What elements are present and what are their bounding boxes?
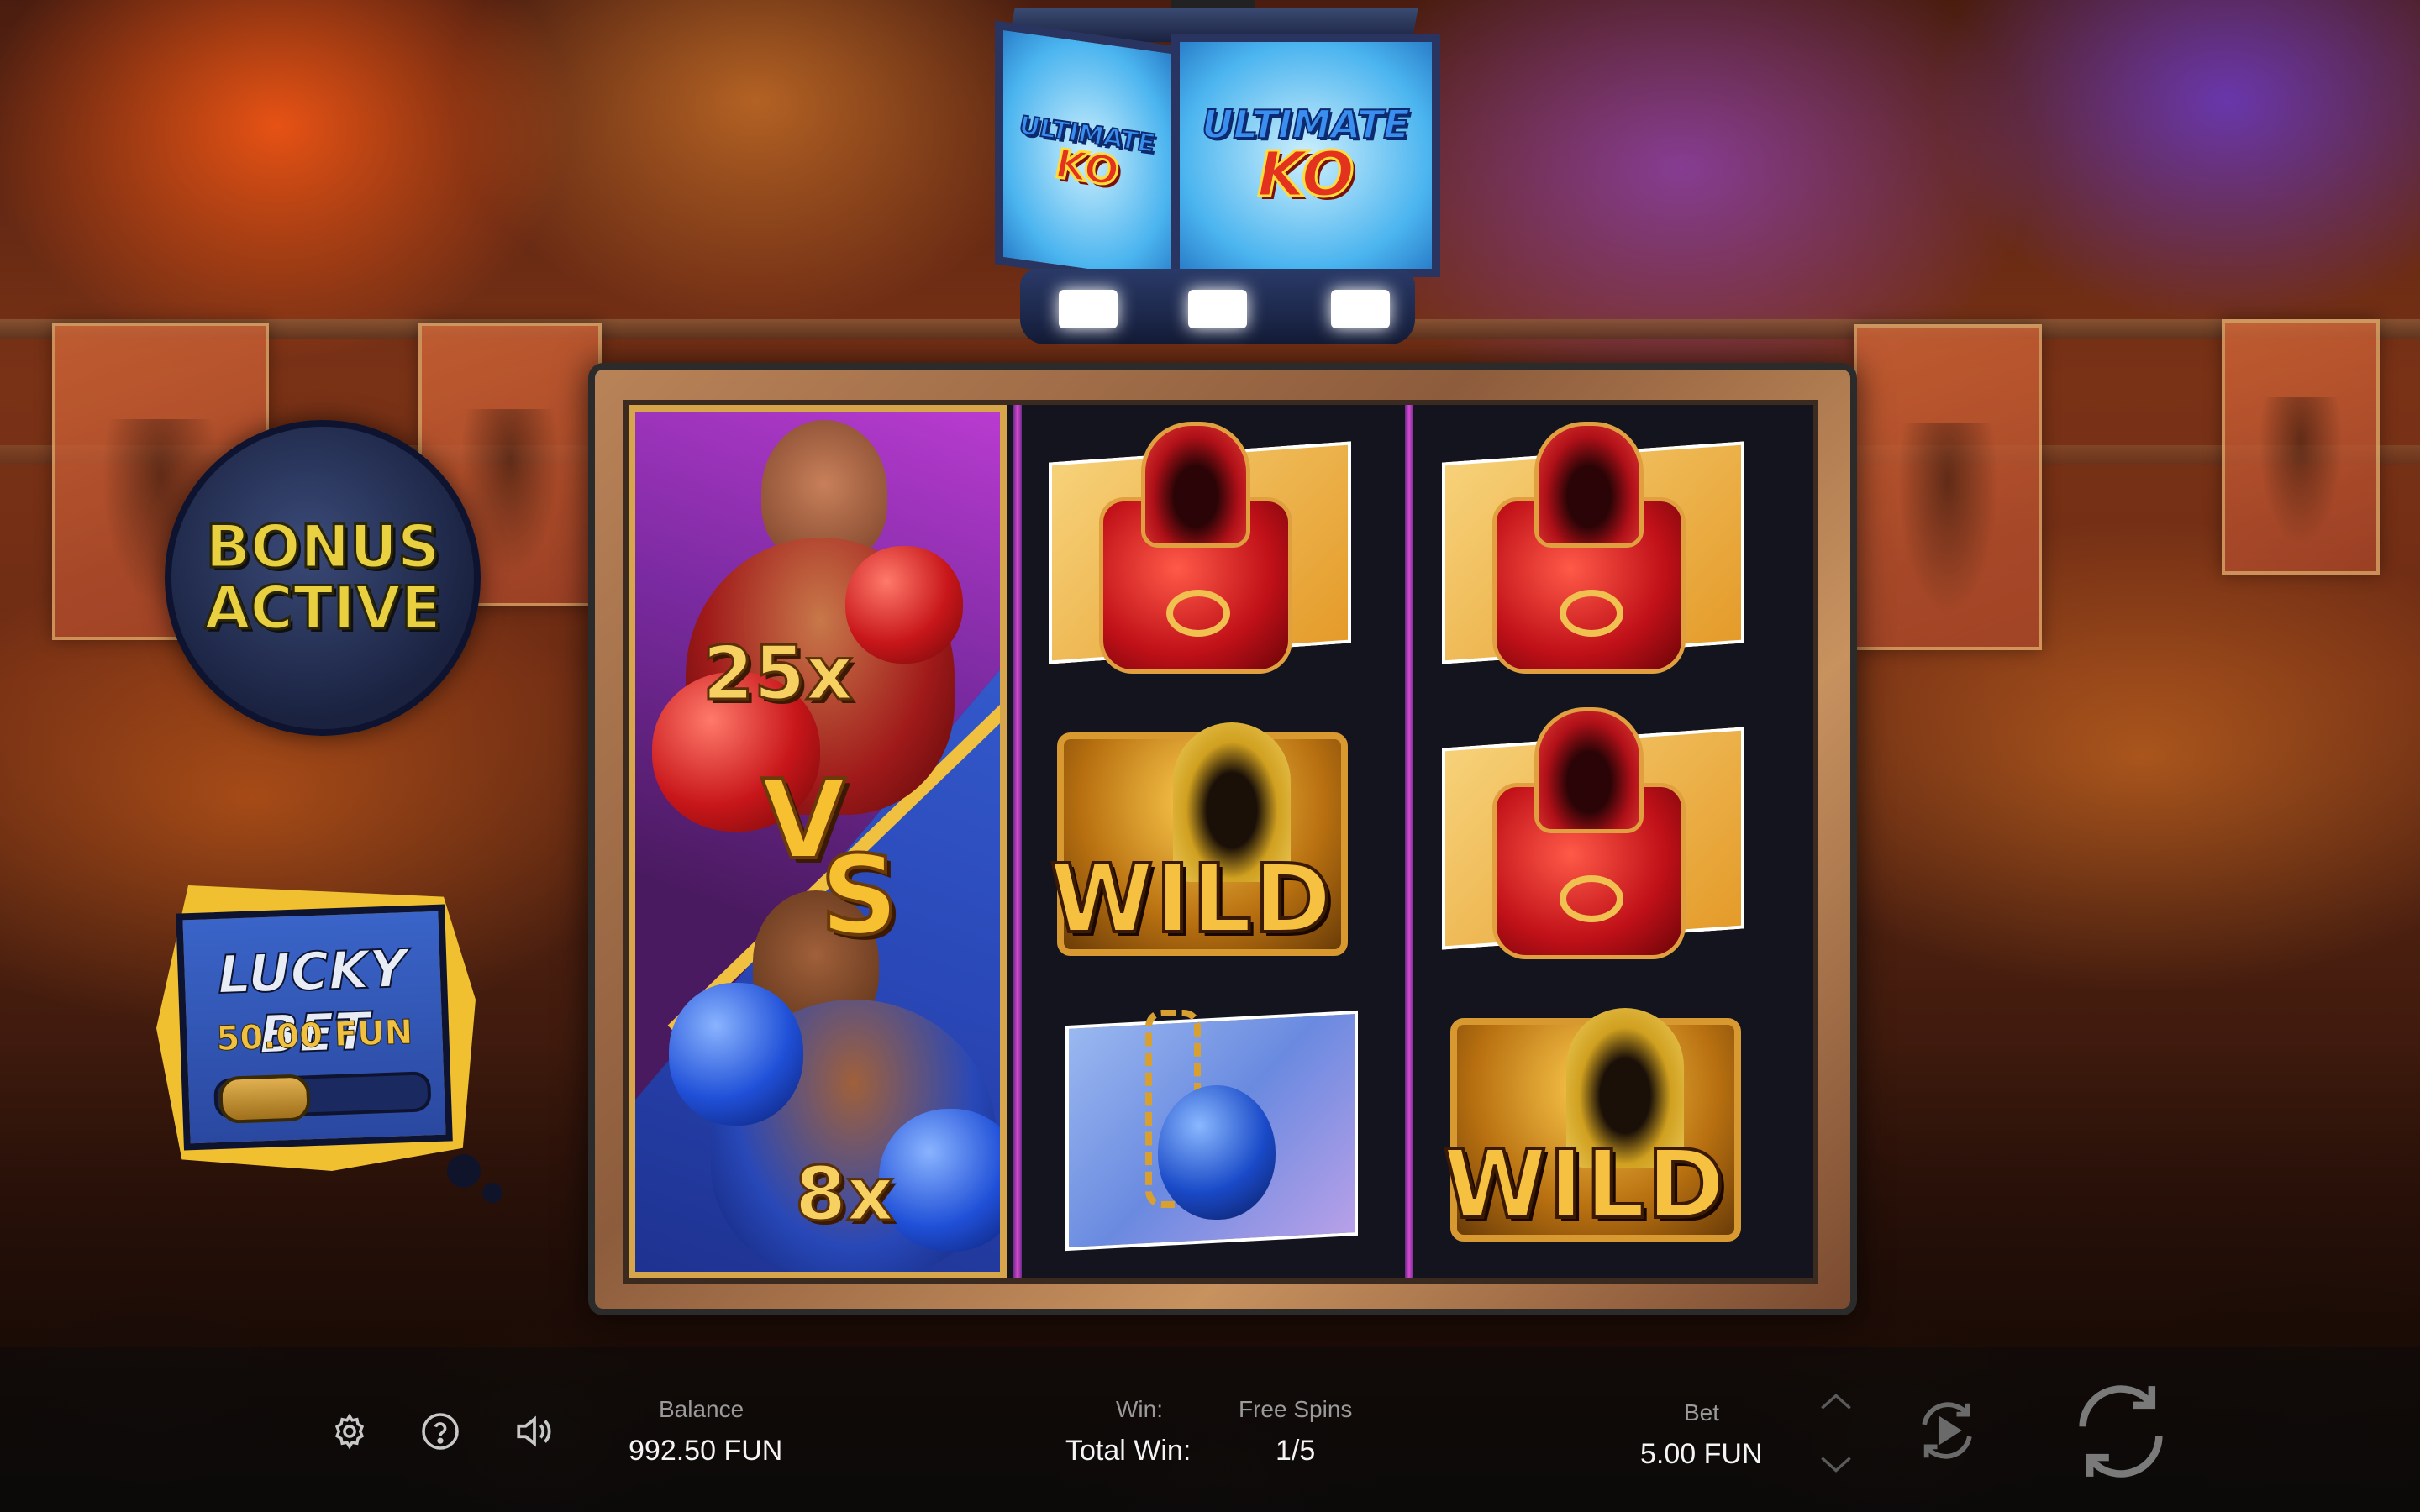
jumbotron: ULTIMATE KO ULTIMATE KO	[978, 0, 1452, 353]
symbol-robe	[1434, 707, 1744, 959]
jumbotron-screen-left: ULTIMATE KO	[995, 20, 1180, 291]
bottom-control-bar: Balance 992.50 FUN Win: Total Win: Free …	[0, 1347, 2420, 1512]
reel-divider	[1405, 405, 1413, 1278]
bonus-badge-line1: BONUS	[204, 512, 441, 581]
reel-frame: 25x V S 8x WILD WILD	[588, 363, 1857, 1315]
lucky-bet-panel[interactable]: LUCKY BET 50.00 FUN	[156, 885, 476, 1171]
reel-area: 25x V S 8x WILD WILD	[623, 400, 1818, 1284]
total-win-label: Total Win:	[1065, 1435, 1192, 1467]
question-icon[interactable]	[415, 1406, 466, 1457]
red-glove	[845, 546, 963, 664]
chevron-down-icon[interactable]	[1815, 1448, 1857, 1482]
thought-bubble	[482, 1183, 502, 1203]
bonus-active-badge: BONUS ACTIVE	[165, 420, 481, 736]
gear-icon[interactable]	[324, 1406, 375, 1457]
wild-label: WILD	[1048, 843, 1334, 956]
win-label: Win:	[1116, 1396, 1163, 1422]
vs-letter-s: S	[818, 830, 901, 961]
balance-label: Balance	[659, 1396, 744, 1422]
symbol-wild: WILD	[1040, 707, 1348, 959]
speaker-icon[interactable]	[509, 1406, 560, 1457]
spin-icon[interactable]	[2062, 1373, 2180, 1490]
reel-divider	[1013, 405, 1022, 1278]
balance-value: 992.50 FUN	[629, 1435, 783, 1467]
vs-feature-column: 25x V S 8x	[629, 405, 1007, 1278]
symbol-punching-bag	[1040, 993, 1358, 1252]
bet-label: Bet	[1684, 1399, 1720, 1425]
blue-glove	[669, 983, 803, 1126]
game-logo: ULTIMATE KO	[1018, 110, 1155, 197]
red-multiplier: 25x	[701, 629, 854, 718]
bonus-badge-line2: ACTIVE	[203, 574, 442, 643]
jumbotron-screen-right: ULTIMATE KO	[1171, 34, 1440, 277]
symbol-wild: WILD	[1434, 993, 1741, 1245]
free-spins-value: 1/5	[1276, 1435, 1316, 1467]
free-spins-label: Free Spins	[1239, 1396, 1353, 1422]
thought-bubble	[447, 1154, 481, 1188]
blue-glove	[879, 1109, 1000, 1252]
wall-poster	[2222, 319, 2380, 575]
chevron-up-icon[interactable]	[1815, 1384, 1857, 1418]
game-logo: ULTIMATE KO	[1201, 102, 1410, 211]
autoplay-icon[interactable]	[1911, 1394, 1983, 1467]
blue-multiplier: 8x	[794, 1150, 896, 1239]
bet-value: 5.00 FUN	[1640, 1438, 1763, 1470]
wall-poster	[1854, 324, 2042, 650]
symbol-robe	[1040, 422, 1351, 674]
lucky-bet-toggle[interactable]	[213, 1071, 432, 1124]
wild-label: WILD	[1441, 1129, 1727, 1242]
toggle-knob[interactable]	[218, 1074, 311, 1124]
symbol-robe	[1434, 422, 1744, 674]
